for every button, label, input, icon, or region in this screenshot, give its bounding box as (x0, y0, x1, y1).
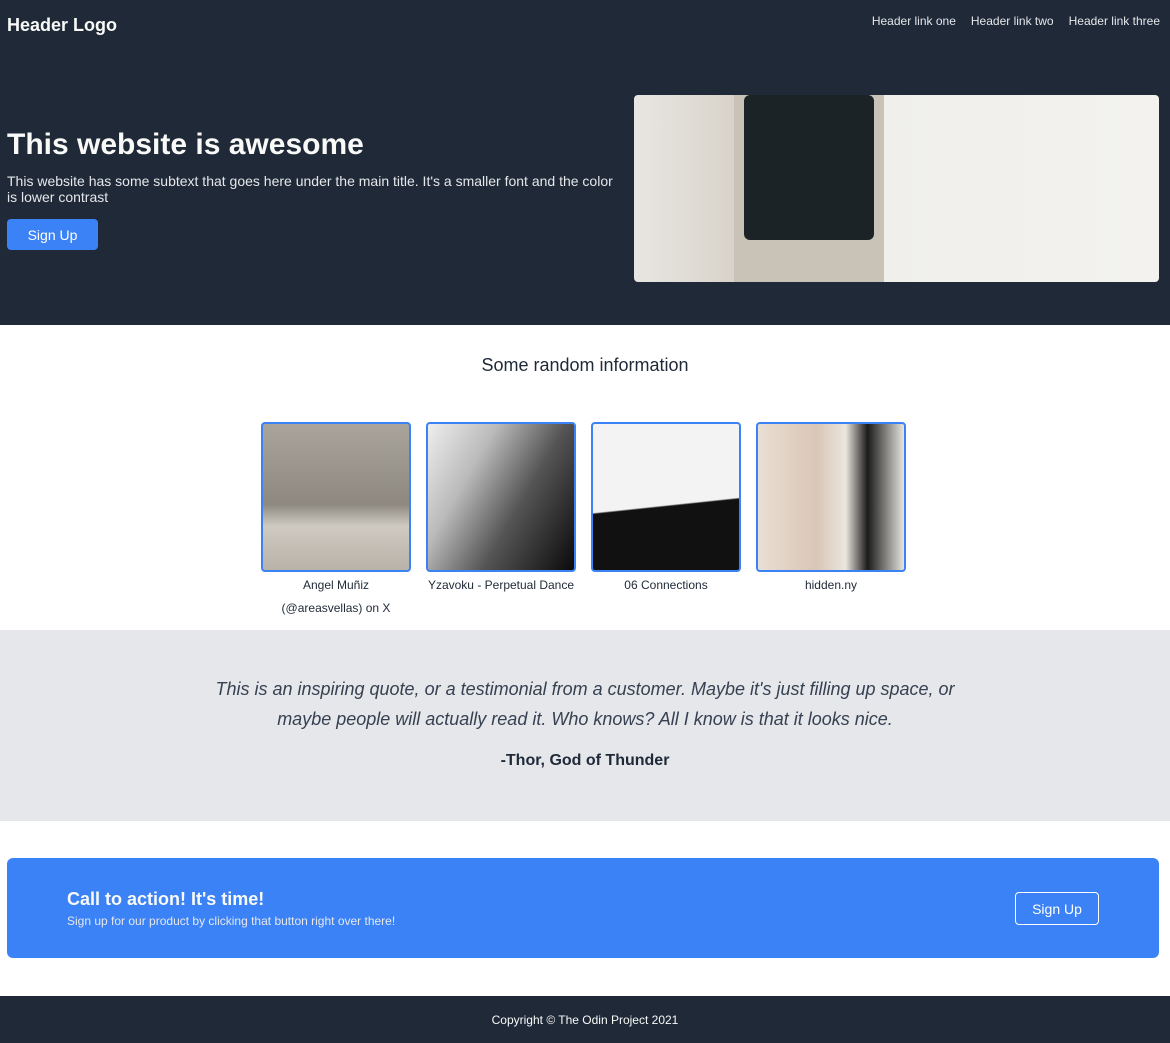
header-logo[interactable]: Header Logo (7, 15, 117, 36)
hero-section: Header Logo Header link one Header link … (0, 0, 1170, 325)
hero-subtext: This website has some subtext that goes … (7, 173, 613, 205)
cta-sign-up-button[interactable]: Sign Up (1015, 892, 1099, 925)
header-link-one[interactable]: Header link one (872, 14, 956, 28)
hero-title: This website is awesome (7, 128, 364, 161)
cta-subtext: Sign up for our product by clicking that… (67, 914, 396, 928)
card-caption: Angel Muñiz (@areasvellas) on X (281, 578, 391, 615)
info-card: hidden.ny (756, 422, 906, 597)
card-image (756, 422, 906, 572)
header-nav: Header link one Header link two Header l… (872, 14, 1160, 28)
info-card: 06 Connections (591, 422, 741, 597)
info-title: Some random information (481, 355, 689, 375)
card-image (261, 422, 411, 572)
card-caption: 06 Connections (624, 578, 708, 592)
quote-author: -Thor, God of Thunder (500, 752, 670, 769)
header-link-three[interactable]: Header link three (1069, 14, 1160, 28)
call-to-action-box: Call to action! It's time! Sign up for o… (7, 858, 1159, 958)
card-image (426, 422, 576, 572)
info-card: Angel Muñiz (@areasvellas) on X (261, 422, 411, 620)
card-caption: hidden.ny (804, 578, 858, 592)
quote-text: This is an inspiring quote, or a testimo… (215, 679, 955, 729)
footer: Copyright © The Odin Project 2021 (0, 996, 1170, 1043)
computer-screen-shape (744, 95, 874, 240)
card-image (591, 422, 741, 572)
info-card: Yzavoku - Perpetual Dance (426, 422, 576, 597)
cta-title: Call to action! It's time! (67, 889, 265, 909)
hero-image (634, 95, 1159, 282)
card-caption: Yzavoku - Perpetual Dance (427, 578, 575, 592)
hero-sign-up-button[interactable]: Sign Up (7, 219, 98, 250)
footer-copyright: Copyright © The Odin Project 2021 (491, 1012, 679, 1027)
header-link-two[interactable]: Header link two (971, 14, 1054, 28)
